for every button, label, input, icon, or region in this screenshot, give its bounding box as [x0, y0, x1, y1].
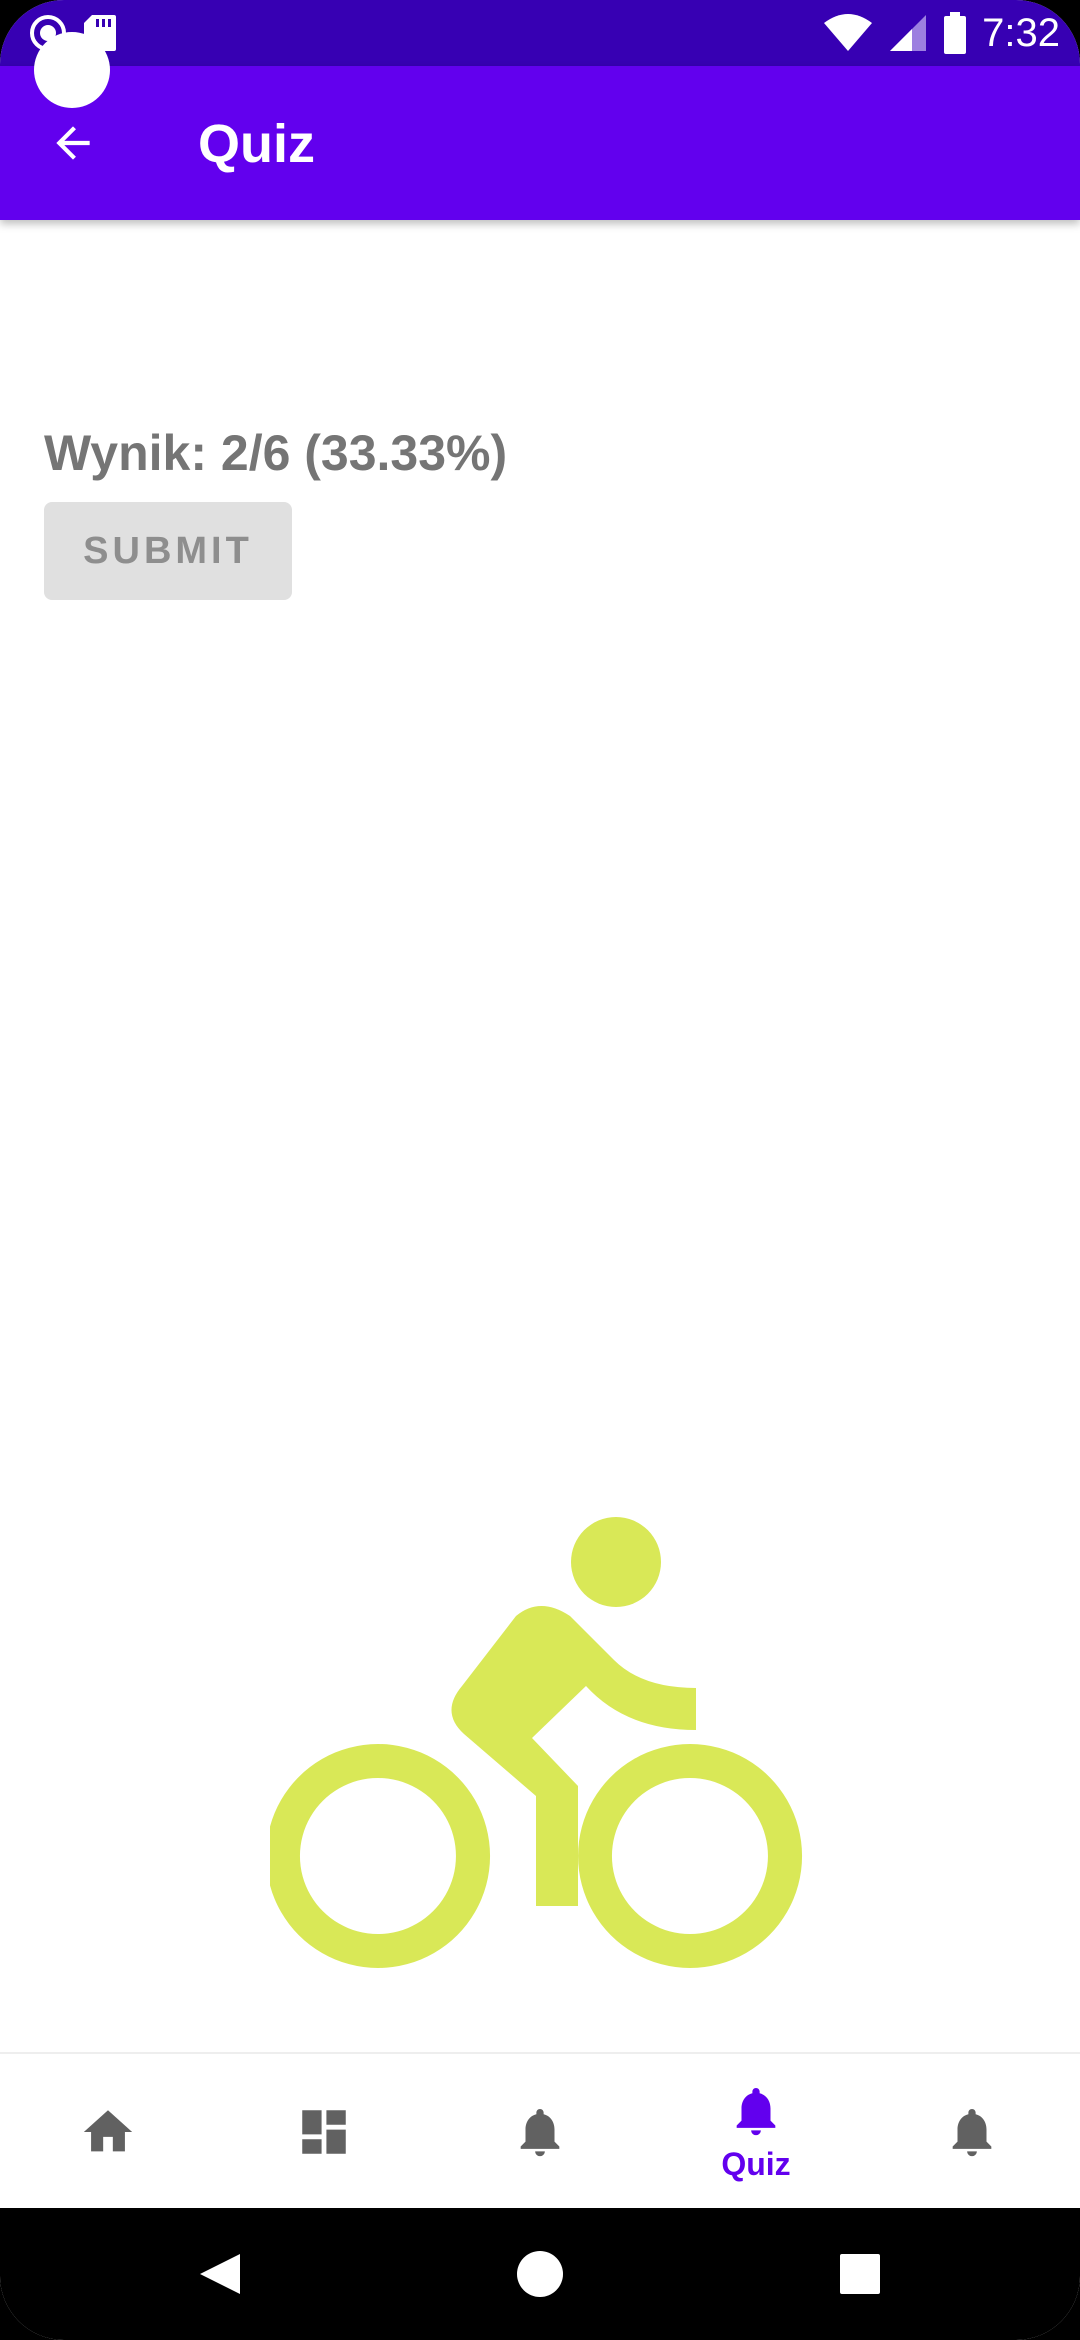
- system-recents-button[interactable]: [828, 2242, 892, 2306]
- bottom-navigation: Quiz: [0, 2052, 1080, 2210]
- nav-item-notifications[interactable]: [432, 2054, 648, 2210]
- system-home-button[interactable]: [508, 2242, 572, 2306]
- home-icon: [83, 2110, 133, 2152]
- circle-home-icon: [517, 2251, 563, 2297]
- camera-cutout: [34, 32, 110, 108]
- system-back-button[interactable]: [188, 2242, 252, 2306]
- bell-icon: [952, 2109, 992, 2157]
- system-navigation-bar: [0, 2208, 1080, 2340]
- battery-icon: [944, 12, 967, 54]
- dashboard-icon: [302, 2110, 346, 2154]
- nav-item-home[interactable]: [0, 2054, 216, 2210]
- wifi-icon: [824, 14, 873, 51]
- app-toolbar: Quiz: [0, 66, 1080, 220]
- score-text: Wynik: 2/6 (33.33%): [44, 425, 508, 481]
- square-recents-icon: [840, 2254, 880, 2294]
- status-right: 7:32: [822, 8, 1060, 58]
- bell-icon: [520, 2109, 560, 2157]
- bell-icon: [736, 2087, 776, 2135]
- nav-item-alerts[interactable]: [864, 2054, 1080, 2210]
- bike-icon: [270, 1517, 803, 1968]
- back-button[interactable]: [40, 110, 106, 176]
- arrow-back-icon: [56, 126, 90, 160]
- nav-item-dashboard[interactable]: [216, 2054, 432, 2210]
- status-bar: 7:32: [0, 0, 1080, 66]
- app-screen: 7:32 Quiz Wynik: 2/6 (33.33%) SUBMIT Qui…: [0, 0, 1080, 2340]
- nav-label-quiz: Quiz: [721, 2145, 791, 2182]
- nav-item-quiz[interactable]: Quiz: [648, 2054, 864, 2210]
- signal-icon: [890, 15, 927, 51]
- triangle-back-icon: [200, 2254, 240, 2294]
- submit-button[interactable]: SUBMIT: [44, 502, 292, 600]
- page-title: Quiz: [198, 114, 315, 174]
- status-time: 7:32: [982, 10, 1060, 55]
